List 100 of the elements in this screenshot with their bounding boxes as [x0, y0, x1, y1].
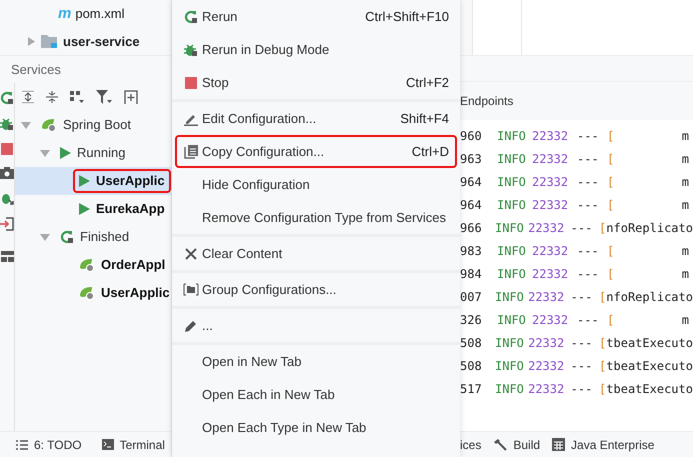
- menu-item[interactable]: Group Configurations...: [175, 273, 457, 306]
- log-bracket: [: [599, 358, 606, 374]
- log-separator: ---: [577, 174, 600, 190]
- tree-item[interactable]: Finished: [15, 223, 176, 251]
- spring-leaf-icon: [79, 286, 95, 300]
- tool-window-tab[interactable]: Build: [513, 436, 540, 454]
- log-pid: 22332: [532, 196, 570, 214]
- camera-icon[interactable]: [0, 167, 14, 179]
- log-time: 963: [460, 150, 483, 168]
- shortcut-label: Shift+F4: [400, 110, 449, 128]
- log-pid: 22332: [532, 312, 570, 328]
- tool-window-tab[interactable]: Terminal: [120, 436, 165, 454]
- log-bracket: [: [599, 288, 606, 306]
- copy-icon: [184, 144, 198, 158]
- log-level: INFO: [495, 334, 525, 352]
- grid-icon: [552, 438, 566, 451]
- log-bracket: [: [607, 242, 614, 260]
- log-separator: ---: [577, 128, 600, 144]
- login-icon[interactable]: [0, 217, 14, 231]
- log-separator: ---: [570, 380, 594, 398]
- collapse-all-icon[interactable]: [46, 91, 58, 103]
- menu-item[interactable]: Edit Configuration... Shift+F4: [175, 102, 457, 135]
- log-separator: ---: [577, 150, 600, 168]
- log-time: 966: [460, 220, 483, 236]
- log-pid: 22332: [528, 334, 566, 352]
- menu-item[interactable]: ...: [175, 309, 457, 342]
- filter-icon[interactable]: [96, 90, 112, 104]
- play-icon: [79, 175, 90, 187]
- tool-window-tab[interactable]: 6: TODO: [34, 436, 82, 454]
- log-separator: ---: [570, 334, 594, 352]
- module-label[interactable]: user-service: [63, 32, 140, 51]
- tree-item[interactable]: EurekaApp: [15, 195, 176, 223]
- file-label[interactable]: pom.xml: [75, 4, 124, 24]
- log-bracket: [: [599, 380, 606, 398]
- tree-item[interactable]: UserApplic: [15, 279, 176, 307]
- menu-item[interactable]: Rerun Ctrl+Shift+F10: [175, 0, 457, 33]
- log-level: INFO: [495, 288, 525, 306]
- log-time: 984: [460, 266, 483, 282]
- add-service-icon[interactable]: [124, 90, 138, 104]
- log-time: 508: [460, 334, 483, 352]
- tool-window-tab[interactable]: Java Enterprise: [571, 436, 654, 454]
- maven-logo: m: [58, 6, 72, 22]
- log-separator: ---: [570, 358, 594, 374]
- hammer-icon: [493, 438, 508, 452]
- menu-item[interactable]: Hide Configuration: [175, 168, 457, 201]
- log-thread: nfoReplicato: [606, 220, 693, 236]
- expand-all-icon[interactable]: [22, 91, 34, 103]
- log-bracket: [: [607, 196, 614, 214]
- tree-item-label: Running: [77, 144, 126, 162]
- log-logger: m: [682, 128, 690, 144]
- play-icon: [79, 203, 90, 215]
- log-bracket: [: [607, 174, 614, 190]
- layout-icon[interactable]: [0, 251, 14, 262]
- log-separator: ---: [577, 242, 600, 260]
- tree-item-label: Spring Boot: [63, 116, 131, 134]
- shortcut-label: Ctrl+D: [412, 142, 449, 161]
- log-level: INFO: [495, 358, 525, 374]
- menu-item[interactable]: Open in New Tab: [175, 345, 457, 378]
- log-thread: tbeatExecuto: [606, 380, 693, 398]
- menu-item[interactable]: Rerun in Debug Mode: [175, 33, 457, 66]
- log-level: INFO: [495, 380, 525, 398]
- tree-item[interactable]: OrderAppl: [15, 251, 176, 279]
- log-logger: m: [682, 174, 690, 190]
- log-pid: 22332: [532, 242, 570, 260]
- log-pid: 22332: [532, 128, 570, 144]
- stop-icon: [184, 76, 196, 88]
- menu-item[interactable]: Open Each Type in New Tab: [175, 411, 457, 444]
- rerun-icon: [60, 230, 74, 244]
- log-level: INFO: [497, 174, 527, 190]
- group-by-icon[interactable]: [70, 91, 84, 103]
- menu-item[interactable]: Stop Ctrl+F2: [175, 66, 457, 99]
- tool-window-tab[interactable]: ices: [460, 436, 482, 454]
- log-pid: 22332: [532, 174, 570, 190]
- spring-leaf-icon: [41, 118, 57, 132]
- log-time: 964: [460, 196, 483, 214]
- endpoints-tab[interactable]: Endpoints: [460, 92, 514, 110]
- log-pid: 22332: [528, 288, 566, 306]
- log-time: 508: [460, 358, 483, 374]
- log-level: INFO: [497, 266, 527, 282]
- menu-item[interactable]: Open Each in New Tab: [175, 378, 457, 411]
- log-time: 007: [460, 288, 483, 306]
- log-time: 517: [460, 380, 483, 398]
- bug-icon[interactable]: [0, 191, 14, 205]
- tree-item-label: UserApplic: [96, 172, 165, 190]
- close-icon: [184, 248, 196, 260]
- log-time: 326: [460, 312, 483, 328]
- tree-item-label: EurekaApp: [96, 200, 165, 218]
- log-separator: ---: [577, 266, 600, 282]
- tree-item[interactable]: Running: [15, 139, 176, 167]
- log-bracket: [: [599, 334, 606, 352]
- rerun-icon: [184, 10, 198, 24]
- spring-leaf-icon: [79, 258, 95, 272]
- menu-item[interactable]: Clear Content: [175, 237, 457, 270]
- log-level: INFO: [497, 242, 527, 260]
- tree-item[interactable]: Spring Boot: [15, 111, 176, 139]
- menu-item[interactable]: Copy Configuration... Ctrl+D: [175, 135, 457, 168]
- log-pid: 22332: [532, 150, 570, 168]
- menu-item[interactable]: Remove Configuration Type from Services: [175, 201, 457, 234]
- log-separator: ---: [570, 288, 594, 306]
- log-bracket: [: [607, 266, 614, 282]
